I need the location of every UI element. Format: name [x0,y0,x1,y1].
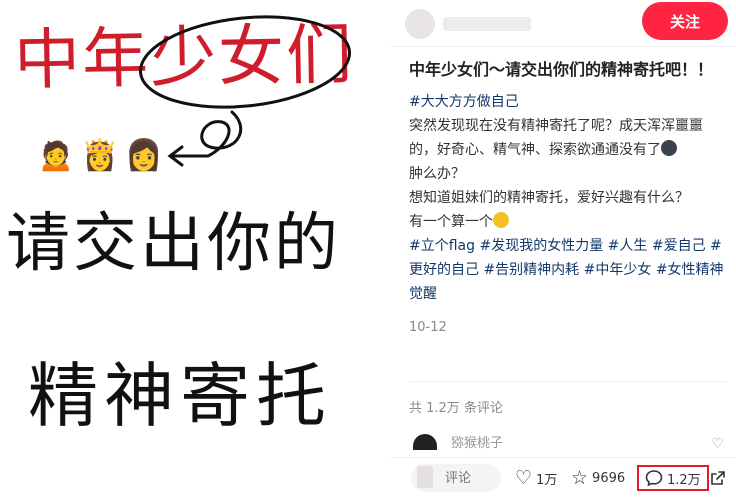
grimace-emoji-icon [493,212,509,228]
divider [409,381,726,382]
hashtag-link[interactable]: #大大方方做自己 [409,94,519,110]
hashtag-link[interactable]: #告别精神内耗 [483,262,579,278]
like-button[interactable]: ♡ 1万 [515,464,557,492]
hashtag-link[interactable]: #人生 [608,238,648,254]
image-text-line3: 精神寄托 [28,355,332,437]
comment-count-label: 共 1.2万 条评论 [409,401,503,416]
note-title: 中年少女们～请交出你们的精神寄托吧！！ [409,60,714,79]
comment-bubble-icon [645,470,663,487]
collect-button[interactable]: ☆ 9696 [571,464,625,492]
note-content: 中年少女们～请交出你们的精神寄托吧！！ #大大方方做自己 突然发现现在没有精神寄… [409,58,729,335]
emoji-row: 🙍 👸 👩 [37,136,163,174]
person-pouting-emoji: 🙍 [37,137,75,173]
hashtag-link[interactable]: #发现我的女性力量 [479,238,603,254]
share-icon [711,471,725,485]
share-button[interactable] [709,464,727,492]
desc-text-1: 突然发现现在没有精神寄托了呢？成天浑浑噩噩的，好奇心、精气神、探索欲通通没有了 [409,118,703,158]
heart-icon: ♡ [515,466,533,489]
my-avatar [417,466,433,488]
follow-button[interactable]: 关注 [642,2,728,40]
author-name-blurred[interactable] [443,17,531,31]
engage-bar: ♡ 1万 ☆ 9696 1.2万 [391,457,736,497]
desc-text-3: 想知道姐妹们的精神寄托，爱好兴趣有什么？ [409,190,689,206]
note-image[interactable]: 中年少女们 🙍 👸 👩 请交出你的 精神寄托 [0,0,390,497]
princess-emoji: 👸 [81,137,119,173]
star-icon: ☆ [571,466,589,489]
comment-button[interactable]: 1.2万 [637,465,709,491]
collect-count: 9696 [592,470,626,486]
note-side-panel: 关注 中年少女们～请交出你们的精神寄托吧！！ #大大方方做自己 突然发现现在没有… [391,0,736,497]
hashtag-link[interactable]: #中年少女 [584,262,652,278]
note-date: 10-12 [409,320,447,335]
woman-emoji: 👩 [125,137,163,173]
like-count: 1万 [536,472,558,488]
note-description: #大大方方做自己 突然发现现在没有精神寄托了呢？成天浑浑噩噩的，好奇心、精气神、… [409,90,729,306]
hashtag-link[interactable]: #立个flag [409,238,475,254]
hashtag-link[interactable]: #爱自己 [652,238,706,254]
divider [391,46,736,47]
hashtag-list: #立个flag #发现我的女性力量 #人生 #爱自己 #更好的自己 #告别精神内… [409,234,729,306]
emoji-icon [661,140,677,156]
commenter-name[interactable]: 猕猴桃子 [451,432,503,451]
image-text-line2: 请交出你的 [6,207,341,281]
desc-text-4: 有一个算一个 [409,214,493,230]
desc-text-2: 肿么办？ [409,166,465,182]
comment-count: 1.2万 [667,472,701,488]
commenter-avatar[interactable] [413,433,437,450]
comment-like-icon[interactable]: ♡ [711,436,724,452]
author-avatar[interactable] [405,9,435,39]
comment-item: 猕猴桃子 [413,432,503,451]
